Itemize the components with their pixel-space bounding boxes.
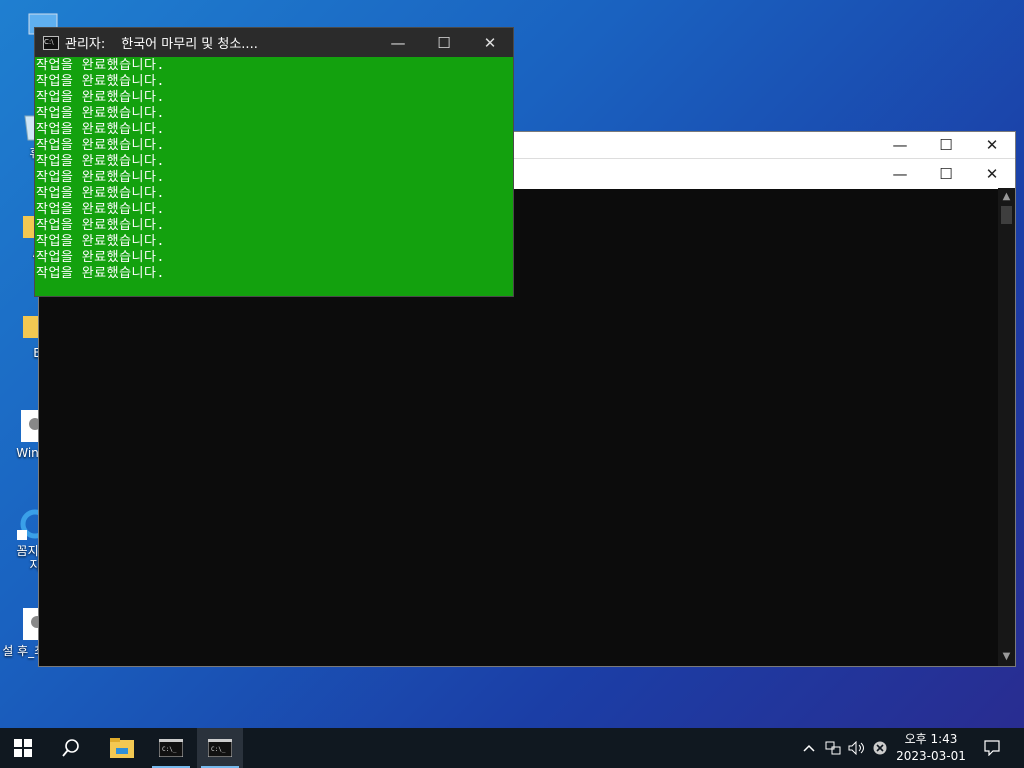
- start-button[interactable]: [0, 728, 46, 768]
- action-center-button[interactable]: [976, 728, 1008, 768]
- console-line: 작업을 완료했습니다.: [36, 122, 165, 137]
- volume-icon: [848, 741, 864, 755]
- clock-time: 오후 1:43: [904, 732, 958, 746]
- file-explorer-icon: [110, 738, 134, 758]
- minimize-button[interactable]: —: [375, 28, 421, 57]
- taskbar-console-1[interactable]: C:\_: [148, 728, 194, 768]
- window-titlebar[interactable]: C:\ 관리자: 한국어 마무리 및 청소.... — ☐ ✕: [35, 28, 513, 57]
- maximize-button[interactable]: ☐: [923, 159, 969, 189]
- console-line: 작업을 완료했습니다.: [36, 90, 165, 105]
- maximize-button[interactable]: ☐: [923, 132, 969, 158]
- maximize-button[interactable]: ☐: [421, 28, 467, 57]
- console-line: 작업을 완료했습니다.: [36, 266, 165, 281]
- taskbar-file-explorer[interactable]: [99, 728, 145, 768]
- svg-text:C:\_: C:\_: [211, 746, 226, 753]
- console-line: 작업을 완료했습니다.: [36, 170, 165, 185]
- console-line: 작업을 완료했습니다.: [36, 218, 165, 233]
- x-circle-icon: [873, 741, 887, 755]
- console-icon: C:\: [43, 35, 59, 50]
- scroll-up-icon[interactable]: ▲: [998, 190, 1015, 204]
- window-title-prefix: 관리자:: [65, 37, 106, 52]
- minimize-button[interactable]: —: [877, 132, 923, 158]
- console-line: 작업을 완료했습니다.: [36, 58, 165, 73]
- scroll-down-icon[interactable]: ▼: [998, 650, 1015, 664]
- taskbar: C:\_ C:\_ 오후 1:43 2023-03-01: [0, 728, 1024, 768]
- close-button[interactable]: ✕: [467, 28, 513, 57]
- chevron-up-icon: [803, 744, 815, 752]
- console-icon: C:\_: [208, 739, 232, 757]
- minimize-button[interactable]: —: [877, 159, 923, 189]
- tray-volume-button[interactable]: [846, 728, 868, 768]
- vertical-scrollbar[interactable]: ▲ ▼: [998, 188, 1015, 666]
- console-line: 작업을 완료했습니다.: [36, 250, 165, 265]
- network-icon: [825, 741, 841, 755]
- search-button[interactable]: [48, 728, 94, 768]
- taskbar-console-2[interactable]: C:\_: [197, 728, 243, 768]
- close-button[interactable]: ✕: [969, 159, 1015, 189]
- windows-logo-icon: [14, 739, 32, 757]
- svg-text:C:\_: C:\_: [162, 746, 177, 753]
- clock-date: 2023-03-01: [896, 749, 966, 763]
- console-line: 작업을 완료했습니다.: [36, 138, 165, 153]
- close-button[interactable]: ✕: [969, 132, 1015, 158]
- taskbar-clock[interactable]: 오후 1:43 2023-03-01: [894, 731, 968, 765]
- console-line: 작업을 완료했습니다.: [36, 186, 165, 201]
- console-line: 작업을 완료했습니다.: [36, 106, 165, 121]
- console-output: 작업을 완료했습니다. 작업을 완료했습니다. 작업을 완료했습니다. 작업을 …: [35, 57, 513, 282]
- console-icon: C:\_: [159, 739, 183, 757]
- console-window-front[interactable]: C:\ 관리자: 한국어 마무리 및 청소.... — ☐ ✕ 작업을 완료했습…: [34, 27, 514, 297]
- window-title: 한국어 마무리 및 청소....: [121, 37, 258, 52]
- tray-chevron-button[interactable]: [798, 728, 820, 768]
- console-line: 작업을 완료했습니다.: [36, 234, 165, 249]
- search-icon: [62, 739, 79, 757]
- console-line: 작업을 완료했습니다.: [36, 74, 165, 89]
- console-line: 작업을 완료했습니다.: [36, 202, 165, 217]
- tray-status-button[interactable]: [870, 728, 890, 768]
- scrollbar-thumb[interactable]: [1001, 206, 1012, 224]
- notification-icon: [984, 740, 1000, 756]
- console-line: 작업을 완료했습니다.: [36, 154, 165, 169]
- tray-network-button[interactable]: [822, 728, 844, 768]
